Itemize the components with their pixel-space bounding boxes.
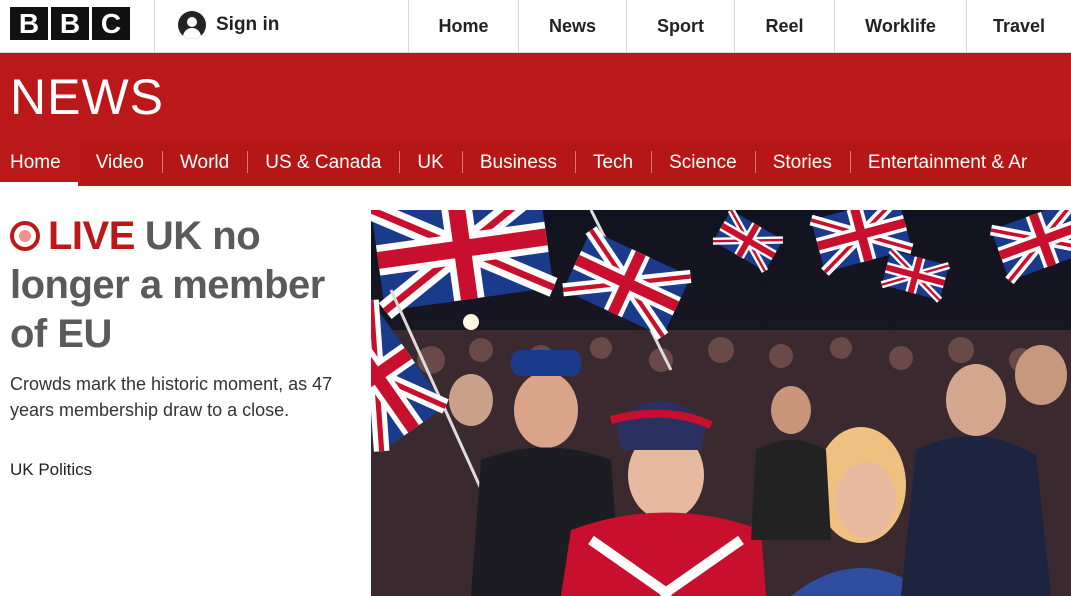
bbc-logo[interactable]: B B C: [10, 7, 130, 40]
top-nav-news[interactable]: News: [518, 0, 626, 52]
subnav-us-canada[interactable]: US & Canada: [247, 140, 399, 186]
top-nav-worklife[interactable]: Worklife: [834, 0, 966, 52]
signin-button[interactable]: Sign in: [178, 11, 279, 39]
top-nav-travel[interactable]: Travel: [966, 0, 1071, 52]
article-summary: Crowds mark the historic moment, as 47 y…: [10, 374, 333, 420]
article-tag[interactable]: UK Politics: [10, 460, 92, 480]
header-divider: [154, 0, 155, 52]
top-nav: Home News Sport Reel Worklife Travel: [408, 0, 1071, 52]
subnav-stories[interactable]: Stories: [754, 140, 850, 186]
top-nav-reel[interactable]: Reel: [734, 0, 834, 52]
logo-letter: B: [10, 7, 48, 40]
crowd-photo: [371, 210, 1071, 596]
article-headline[interactable]: LIVE UK no longer a member of EU: [10, 212, 355, 359]
top-nav-sport[interactable]: Sport: [626, 0, 734, 52]
live-label: LIVE: [48, 214, 135, 258]
live-indicator-icon: [10, 221, 40, 251]
subnav-video[interactable]: Video: [78, 140, 162, 186]
subnav-business[interactable]: Business: [461, 140, 575, 186]
subnav-entertainment[interactable]: Entertainment & Ar: [849, 140, 1045, 186]
logo-letter: C: [92, 7, 130, 40]
global-header: B B C Sign in Home News Sport Reel Workl…: [0, 0, 1071, 53]
subnav-uk[interactable]: UK: [399, 140, 461, 186]
signin-label: Sign in: [216, 14, 280, 35]
logo-letter: B: [51, 7, 89, 40]
hero-image[interactable]: [371, 210, 1071, 596]
top-nav-home[interactable]: Home: [408, 0, 518, 52]
subnav-tech[interactable]: Tech: [574, 140, 651, 186]
subnav-home[interactable]: Home: [0, 140, 78, 186]
subnav-science[interactable]: Science: [651, 140, 755, 186]
user-icon: [178, 11, 206, 39]
subnav-world[interactable]: World: [161, 140, 247, 186]
section-title[interactable]: NEWS: [10, 68, 164, 126]
section-nav: Home Video World US & Canada UK Business…: [0, 140, 1045, 186]
